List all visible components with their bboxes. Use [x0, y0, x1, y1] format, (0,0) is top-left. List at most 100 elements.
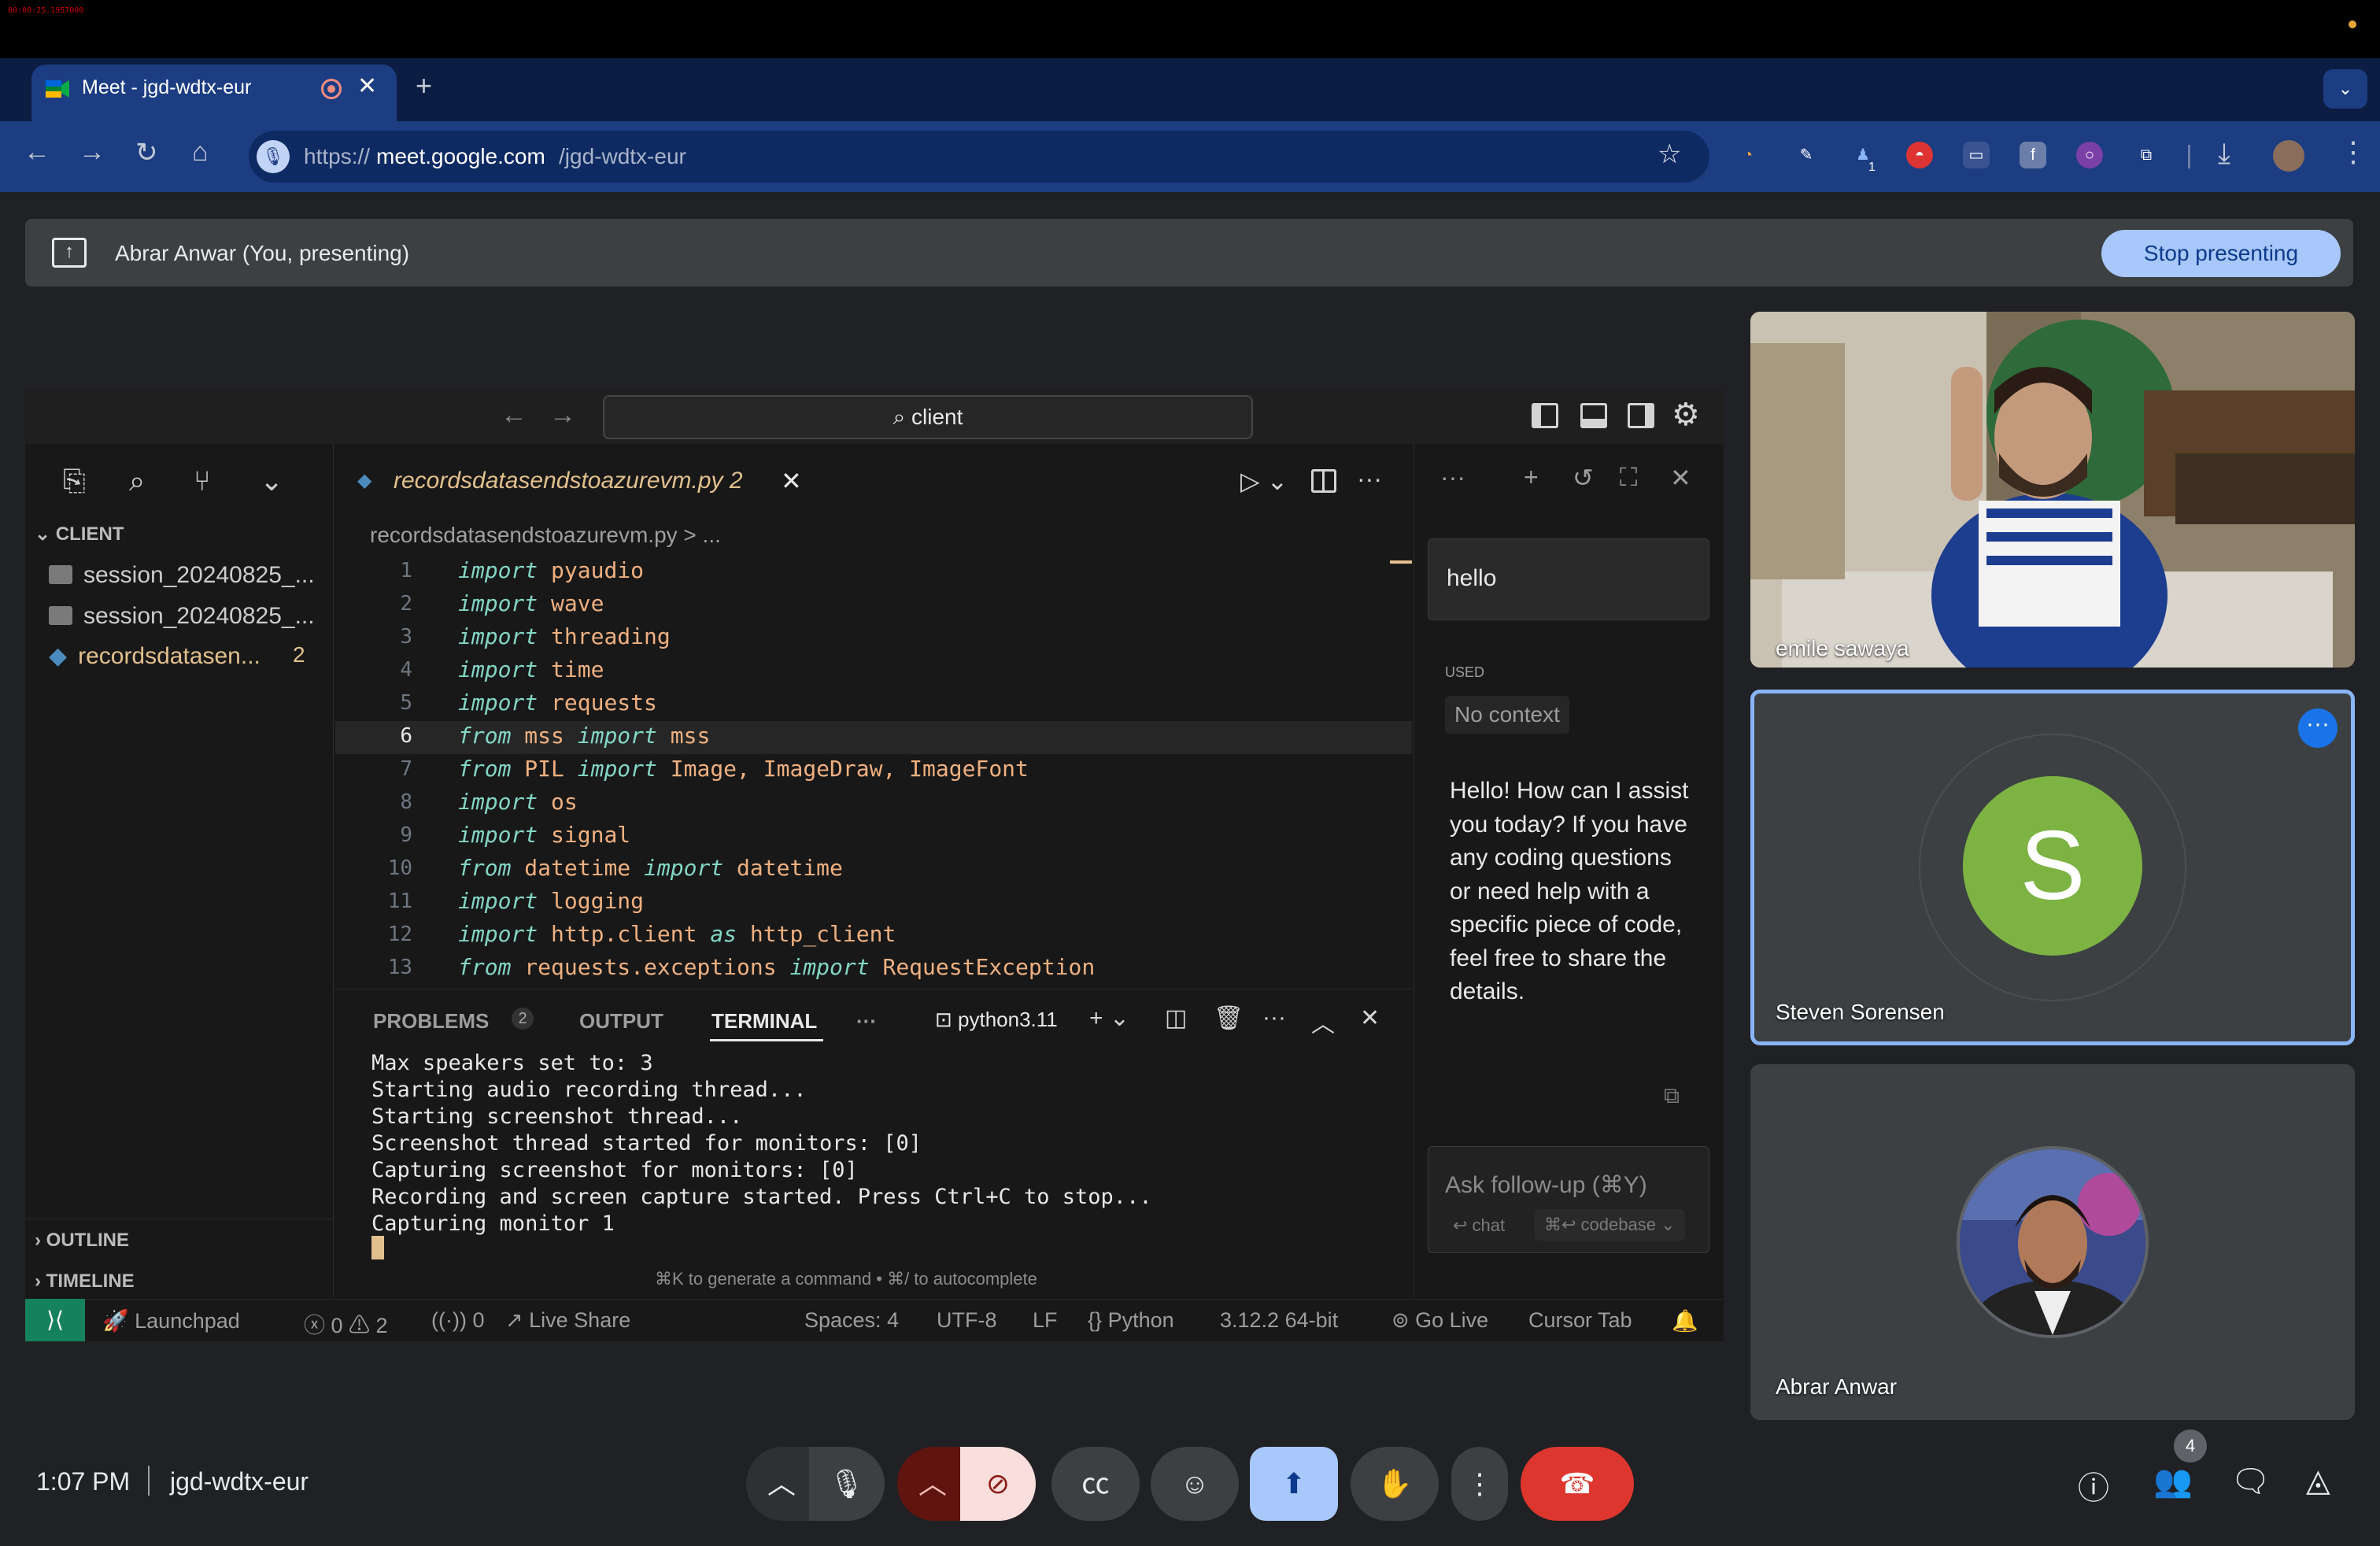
code-module: signal: [551, 822, 631, 848]
close-icon[interactable]: ✕: [1670, 463, 1691, 493]
extension-font-icon[interactable]: f: [2020, 142, 2046, 168]
line-number: 13: [387, 956, 412, 979]
meeting-info-icon[interactable]: ⓘ: [2078, 1463, 2109, 1508]
participant-options-icon[interactable]: ···: [2298, 708, 2338, 748]
run-python-icon[interactable]: ▷ ⌄: [1240, 466, 1288, 496]
outline-section[interactable]: › OUTLINE: [35, 1230, 129, 1252]
search-icon[interactable]: ⌕: [129, 464, 145, 498]
end-call-button[interactable]: ☎: [1521, 1447, 1634, 1521]
toggle-secondary-sidebar-icon[interactable]: [1628, 403, 1654, 428]
profile-avatar[interactable]: [2273, 140, 2304, 172]
back-arrow-icon[interactable]: ←: [24, 137, 50, 168]
meeting-code[interactable]: jgd-wdtx-eur: [170, 1467, 309, 1496]
new-chat-icon[interactable]: +: [1524, 463, 1539, 492]
extension-color-ring-icon[interactable]: ○: [2076, 142, 2103, 168]
audio-options-button[interactable]: ︿: [746, 1447, 817, 1521]
emoji-reaction-button[interactable]: ☺: [1151, 1447, 1239, 1521]
panel-more-icon[interactable]: ···: [856, 1009, 877, 1034]
code-line: import logging: [458, 888, 644, 914]
status-live-share[interactable]: ↗ Live Share: [505, 1308, 630, 1333]
bookmark-star-icon[interactable]: ☆: [1658, 139, 1681, 170]
people-icon[interactable]: 👥: [2153, 1463, 2193, 1500]
status-go-live[interactable]: ⊚ Go Live: [1391, 1308, 1488, 1333]
status-spaces[interactable]: Spaces: 4: [804, 1308, 899, 1333]
vscode-back-icon[interactable]: ←: [501, 400, 527, 431]
history-icon[interactable]: ↺: [1572, 463, 1594, 493]
present-screen-button[interactable]: ⬆: [1250, 1447, 1338, 1521]
tab-output[interactable]: OUTPUT: [579, 1009, 663, 1034]
source-control-icon[interactable]: ⑂: [194, 464, 211, 497]
activities-icon[interactable]: ◬: [2306, 1463, 2330, 1499]
new-tab-button[interactable]: +: [416, 69, 432, 102]
status-eol[interactable]: LF: [1033, 1308, 1058, 1333]
breadcrumb[interactable]: recordsdatasendstoazurevm.py > ...: [370, 523, 721, 548]
code-keyword: import: [458, 822, 538, 848]
explorer-files-icon[interactable]: ⎘: [63, 464, 86, 498]
participant-tile-video[interactable]: [1750, 312, 2355, 668]
terminal-output[interactable]: Max speakers set to: 3 Starting audio rec…: [371, 1050, 1152, 1237]
participant-name: Abrar Anwar: [1776, 1374, 1898, 1399]
tab-terminal[interactable]: TERMINAL: [711, 1009, 817, 1034]
trash-icon[interactable]: 🗑: [1214, 1004, 1244, 1032]
explorer-folder-header[interactable]: ⌄ CLIENT: [35, 523, 124, 546]
split-editor-icon[interactable]: [1311, 469, 1336, 493]
status-ports[interactable]: ((·)) 0: [431, 1308, 485, 1333]
code-editor[interactable]: 1 import pyaudio 2 import wave 3 import threa…: [335, 556, 1412, 989]
tree-item-folder[interactable]: session_20240825_...: [49, 603, 315, 630]
status-interpreter[interactable]: 3.12.2 64-bit: [1220, 1308, 1338, 1333]
toggle-panel-icon[interactable]: [1580, 403, 1607, 428]
extension-clockwork-icon[interactable]: ◔: [1735, 142, 1761, 168]
forward-arrow-icon[interactable]: →: [79, 137, 105, 168]
chrome-menu-icon[interactable]: ⋮: [2339, 135, 2367, 168]
close-panel-icon[interactable]: ✕: [1360, 1004, 1380, 1032]
status-cursor-tab[interactable]: Cursor Tab: [1528, 1308, 1632, 1333]
chat-icon[interactable]: 🗨: [2230, 1463, 2271, 1500]
tree-item-file[interactable]: ◆ recordsdatasen...: [49, 642, 261, 670]
copy-icon[interactable]: ⧉: [1664, 1083, 1680, 1109]
extension-pen-icon[interactable]: ✎: [1793, 142, 1820, 168]
download-icon[interactable]: ⤓: [2218, 137, 2230, 171]
status-launchpad[interactable]: 🚀 Launchpad: [102, 1308, 240, 1333]
panel-more-actions-icon[interactable]: ···: [1262, 1004, 1286, 1031]
toolbar-divider: [2188, 145, 2190, 168]
timeline-section[interactable]: › TIMELINE: [35, 1270, 135, 1293]
codebase-submit-button[interactable]: ⌘↩ codebase ⌄: [1535, 1209, 1685, 1241]
close-icon[interactable]: ✕: [781, 466, 802, 496]
new-terminal-icon[interactable]: + ⌄: [1089, 1004, 1129, 1032]
microphone-permission-icon[interactable]: 🎙: [257, 140, 290, 173]
more-actions-icon[interactable]: ···: [1357, 464, 1382, 494]
chevron-down-icon[interactable]: ⌄: [260, 464, 283, 497]
chat-submit-hint[interactable]: ↩ chat: [1453, 1215, 1505, 1236]
status-encoding[interactable]: UTF-8: [937, 1308, 997, 1333]
camera-off-button[interactable]: ⊘: [960, 1447, 1036, 1521]
maximize-panel-icon[interactable]: ︿: [1311, 1004, 1335, 1039]
command-center-search[interactable]: ⌕ client: [603, 395, 1253, 439]
remote-indicator-icon[interactable]: ⟩⟨: [25, 1299, 85, 1341]
raise-hand-button[interactable]: ✋: [1351, 1447, 1439, 1521]
video-options-button[interactable]: ︿: [897, 1447, 968, 1521]
status-problems[interactable]: ⓧ 0 ⚠ 2: [304, 1308, 388, 1339]
code-module: PIL: [524, 756, 564, 782]
tab-search-button[interactable]: ⌄: [2323, 69, 2367, 109]
tree-item-folder[interactable]: session_20240825_...: [49, 562, 315, 589]
vscode-forward-icon[interactable]: →: [549, 400, 576, 431]
notifications-bell-icon[interactable]: 🔔: [1672, 1308, 1698, 1333]
extension-pokeball-icon[interactable]: ◓: [1906, 142, 1933, 168]
extension-glasses-icon[interactable]: ▭: [1963, 142, 1990, 168]
settings-gear-icon[interactable]: ⚙: [1672, 397, 1700, 433]
status-language[interactable]: {} Python: [1088, 1308, 1174, 1333]
maximize-icon[interactable]: ⛶: [1620, 463, 1637, 493]
more-options-button[interactable]: ⋮: [1451, 1447, 1508, 1521]
reload-icon[interactable]: ↻: [135, 137, 158, 168]
extensions-puzzle-icon[interactable]: ⧉: [2133, 142, 2160, 168]
toggle-sidebar-icon[interactable]: [1532, 403, 1558, 428]
captions-button[interactable]: ㏄: [1051, 1447, 1140, 1521]
tab-problems[interactable]: PROBLEMS: [373, 1009, 489, 1034]
split-terminal-icon[interactable]: ◫: [1165, 1004, 1187, 1032]
ai-more-icon[interactable]: ···: [1440, 463, 1465, 492]
microphone-button[interactable]: 🎙: [809, 1447, 885, 1521]
stop-presenting-button[interactable]: Stop presenting: [2101, 230, 2341, 277]
terminal-shell-selector[interactable]: ⊡ python3.11: [935, 1008, 1058, 1032]
tab-close-button[interactable]: ✕: [357, 72, 377, 100]
home-icon[interactable]: ⌂: [192, 137, 209, 168]
